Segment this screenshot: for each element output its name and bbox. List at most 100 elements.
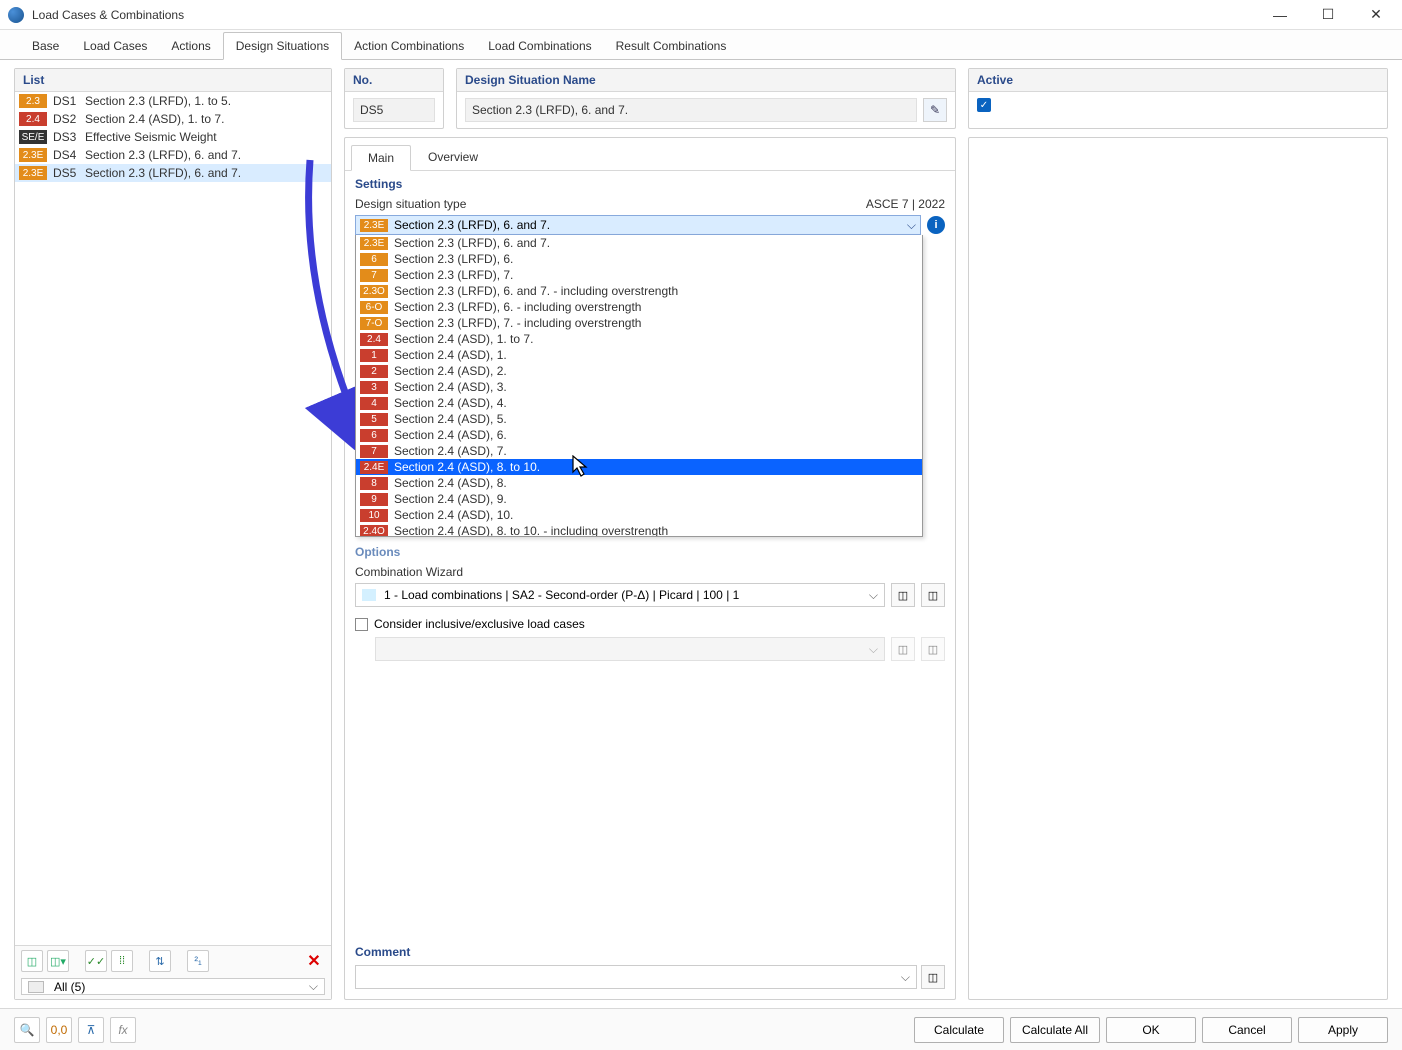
list-id: DS1 — [53, 94, 79, 108]
dropdown-option[interactable]: 6-OSection 2.3 (LRFD), 6. - including ov… — [356, 299, 922, 315]
comment-lib-button[interactable]: ◫ — [921, 965, 945, 989]
selected-text: Section 2.3 (LRFD), 6. and 7. — [394, 218, 550, 232]
search-icon[interactable]: 🔍 — [14, 1017, 40, 1043]
consider-checkbox[interactable] — [355, 618, 368, 631]
toolbar-sort-icon[interactable]: ⇅ — [149, 950, 171, 972]
wizard-edit-button[interactable]: ◫ — [921, 583, 945, 607]
dropdown-option[interactable]: 7-O Section 2.3 (LRFD), 7. - including ov… — [356, 315, 922, 331]
option-badge: 2.4O — [360, 525, 388, 538]
option-text: Section 2.4 (ASD), 10. — [394, 508, 513, 522]
option-badge: 8 — [360, 477, 388, 490]
inner-tab-overview[interactable]: Overview — [411, 144, 495, 170]
design-type-select[interactable]: 2.3E Section 2.3 (LRFD), 6. and 7. ⌵ 2.3… — [355, 215, 921, 235]
wizard-label: Combination Wizard — [355, 565, 463, 579]
dropdown-option[interactable]: 3Section 2.4 (ASD), 3. — [356, 379, 922, 395]
graph-icon[interactable]: ⊼ — [78, 1017, 104, 1043]
calculate-all-button[interactable]: Calculate All — [1010, 1017, 1100, 1043]
option-badge: 6-O — [360, 301, 388, 314]
list-row-ds4[interactable]: 2.3E DS4 Section 2.3 (LRFD), 6. and 7. — [15, 146, 331, 164]
list-name: Effective Seismic Weight — [85, 130, 217, 144]
dropdown-option[interactable]: 7Section 2.4 (ASD), 7. — [356, 443, 922, 459]
info-icon[interactable]: i — [927, 216, 945, 234]
toolbar-delete-icon[interactable]: ✕ — [303, 950, 325, 972]
toolbar-renumber-icon[interactable]: ²₁ — [187, 950, 209, 972]
dropdown-option[interactable]: 7Section 2.3 (LRFD), 7. — [356, 267, 922, 283]
dropdown-option[interactable]: 10Section 2.4 (ASD), 10. — [356, 507, 922, 523]
design-situation-list[interactable]: 2.3DS1Section 2.3 (LRFD), 1. to 5.2.4DS2… — [15, 92, 331, 945]
dropdown-option[interactable]: 2.3OSection 2.3 (LRFD), 6. and 7. - incl… — [356, 283, 922, 299]
list-id: DS2 — [53, 112, 79, 126]
ok-button[interactable]: OK — [1106, 1017, 1196, 1043]
cancel-button[interactable]: Cancel — [1202, 1017, 1292, 1043]
list-header: List — [15, 69, 331, 92]
toolbar-swap-icon[interactable]: ⁞⁞ — [111, 950, 133, 972]
design-type-dropdown[interactable]: 2.3ESection 2.3 (LRFD), 6. and 7.6Sectio… — [355, 235, 923, 537]
list-filter-select[interactable]: All (5) ⌵ — [21, 978, 325, 995]
option-badge: 6 — [360, 429, 388, 442]
option-badge: 3 — [360, 381, 388, 394]
no-value: DS5 — [353, 98, 435, 122]
dropdown-option[interactable]: 6 Section 2.4 (ASD), 6. — [356, 427, 922, 443]
chevron-down-icon: ⌵ — [309, 979, 318, 994]
option-text: Section 2.4 (ASD), 1. to 7. — [394, 332, 533, 346]
option-text: Section 2.4 (ASD), 6. — [394, 428, 507, 442]
option-text: Section 2.3 (LRFD), 6. and 7. - includin… — [394, 284, 678, 298]
units-icon[interactable]: 0,0 — [46, 1017, 72, 1043]
dropdown-option[interactable]: 2.4Section 2.4 (ASD), 1. to 7. — [356, 331, 922, 347]
list-id: DS3 — [53, 130, 79, 144]
close-button[interactable]: ✕ — [1358, 3, 1394, 27]
wizard-new-button[interactable]: ◫ — [891, 583, 915, 607]
option-badge: 5 — [360, 413, 388, 426]
dropdown-option[interactable]: 2.4ESection 2.4 (ASD), 8. to 10. — [356, 459, 922, 475]
dropdown-option[interactable]: 2.4OSection 2.4 (ASD), 8. to 10. - inclu… — [356, 523, 922, 537]
chevron-down-icon: ⌵ — [869, 642, 878, 657]
tab-base[interactable]: Base — [20, 33, 71, 59]
minimize-button[interactable]: — — [1262, 3, 1298, 27]
dropdown-option[interactable]: 4Section 2.4 (ASD), 4. — [356, 395, 922, 411]
option-text: Section 2.4 (ASD), 8. to 10. — [394, 460, 540, 474]
toolbar-copy-icon[interactable]: ◫▾ — [47, 950, 69, 972]
list-row-ds1[interactable]: 2.3DS1Section 2.3 (LRFD), 1. to 5. — [15, 92, 331, 110]
list-badge: 2.3E — [19, 148, 47, 162]
calculate-button[interactable]: Calculate — [914, 1017, 1004, 1043]
toolbar-new-icon[interactable]: ◫ — [21, 950, 43, 972]
dropdown-option[interactable]: 1Section 2.4 (ASD), 1. — [356, 347, 922, 363]
list-badge: 2.3E — [19, 166, 47, 180]
fx-icon[interactable]: fx — [110, 1017, 136, 1043]
dropdown-option[interactable]: 2Section 2.4 (ASD), 2. — [356, 363, 922, 379]
option-badge: 7-O — [360, 317, 388, 330]
list-name: Section 2.3 (LRFD), 6. and 7. — [85, 166, 241, 180]
dropdown-option[interactable]: 8Section 2.4 (ASD), 8. — [356, 475, 922, 491]
list-badge: SE/E — [19, 130, 47, 144]
window-title: Load Cases & Combinations — [32, 8, 1262, 22]
inner-tab-main[interactable]: Main — [351, 145, 411, 171]
tab-result-combinations[interactable]: Result Combinations — [604, 33, 739, 59]
comment-input[interactable]: ⌵ — [355, 965, 917, 989]
list-id: DS4 — [53, 148, 79, 162]
selected-badge: 2.3E — [360, 219, 388, 232]
apply-button[interactable]: Apply — [1298, 1017, 1388, 1043]
list-name: Section 2.3 (LRFD), 6. and 7. — [85, 148, 241, 162]
tab-load-combinations[interactable]: Load Combinations — [476, 33, 603, 59]
list-row-ds2[interactable]: 2.4DS2Section 2.4 (ASD), 1. to 7. — [15, 110, 331, 128]
active-checkbox[interactable]: ✓ — [977, 98, 991, 112]
dropdown-option[interactable]: 6Section 2.3 (LRFD), 6. — [356, 251, 922, 267]
toolbar-check-icon[interactable]: ✓✓ — [85, 950, 107, 972]
consider-label: Consider inclusive/exclusive load cases — [374, 617, 585, 631]
tab-load-cases[interactable]: Load Cases — [71, 33, 159, 59]
list-row-ds5[interactable]: 2.3EDS5Section 2.3 (LRFD), 6. and 7. — [15, 164, 331, 182]
dropdown-option[interactable]: 5Section 2.4 (ASD), 5. — [356, 411, 922, 427]
list-name: Section 2.4 (ASD), 1. to 7. — [85, 112, 224, 126]
option-text: Section 2.3 (LRFD), 7. - including overs… — [394, 316, 641, 330]
no-panel: No. DS5 — [344, 68, 444, 129]
edit-name-button[interactable]: ✎ — [923, 98, 947, 122]
tab-design-situations[interactable]: Design Situations — [223, 32, 342, 60]
dropdown-option[interactable]: 2.3ESection 2.3 (LRFD), 6. and 7. — [356, 235, 922, 251]
wizard-select[interactable]: 1 - Load combinations | SA2 - Second-ord… — [355, 583, 885, 607]
tab-action-combinations[interactable]: Action Combinations — [342, 33, 476, 59]
dropdown-option[interactable]: 9Section 2.4 (ASD), 9. — [356, 491, 922, 507]
option-text: Section 2.4 (ASD), 9. — [394, 492, 507, 506]
maximize-button[interactable]: ☐ — [1310, 3, 1346, 27]
tab-actions[interactable]: Actions — [159, 33, 222, 59]
list-row-ds3[interactable]: SE/E DS3 Effective Seismic Weight — [15, 128, 331, 146]
